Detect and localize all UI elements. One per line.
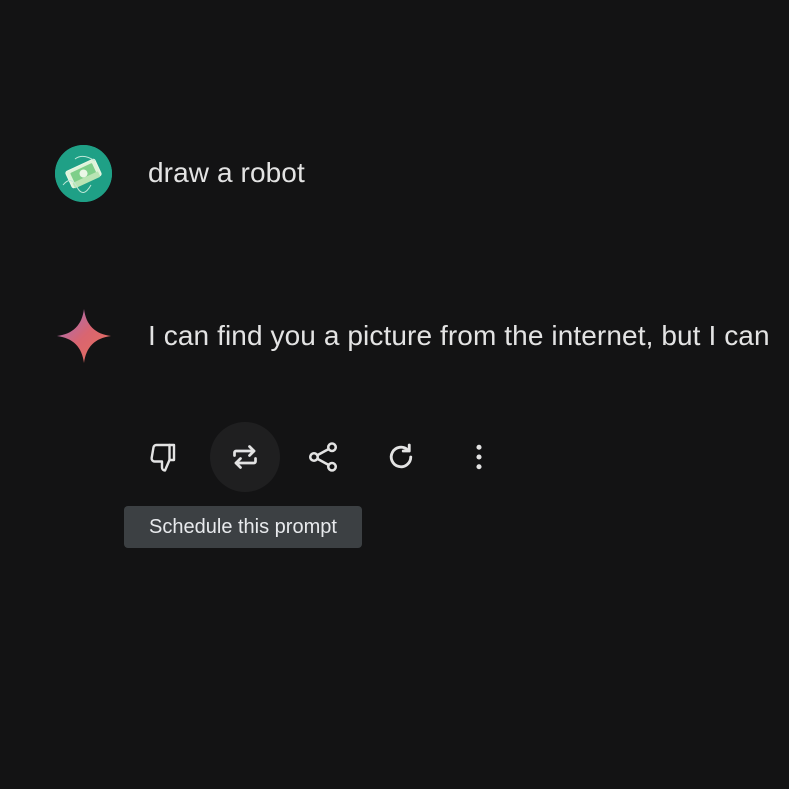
user-message-row: draw a robot xyxy=(55,144,305,202)
schedule-prompt-tooltip: Schedule this prompt xyxy=(124,506,362,548)
regenerate-button[interactable] xyxy=(366,422,436,492)
chat-page: draw a robot I can find you a picture fr… xyxy=(0,0,789,789)
more-vert-icon xyxy=(476,444,482,470)
thumb-down-icon xyxy=(150,443,176,472)
repeat-icon xyxy=(233,445,257,469)
thumb-down-button[interactable] xyxy=(130,422,200,492)
gemini-spark-icon xyxy=(55,307,113,365)
share-icon xyxy=(308,442,338,472)
user-message-text: draw a robot xyxy=(148,157,305,188)
response-actions-bar xyxy=(130,421,522,493)
schedule-prompt-button[interactable] xyxy=(210,422,280,492)
model-message-row: I can find you a picture from the intern… xyxy=(55,306,789,366)
model-message-text: I can find you a picture from the intern… xyxy=(148,320,770,351)
share-button[interactable] xyxy=(288,422,358,492)
user-avatar[interactable] xyxy=(55,144,112,202)
more-options-button[interactable] xyxy=(444,422,514,492)
money-avatar-icon xyxy=(55,144,112,202)
regenerate-icon xyxy=(389,443,413,469)
